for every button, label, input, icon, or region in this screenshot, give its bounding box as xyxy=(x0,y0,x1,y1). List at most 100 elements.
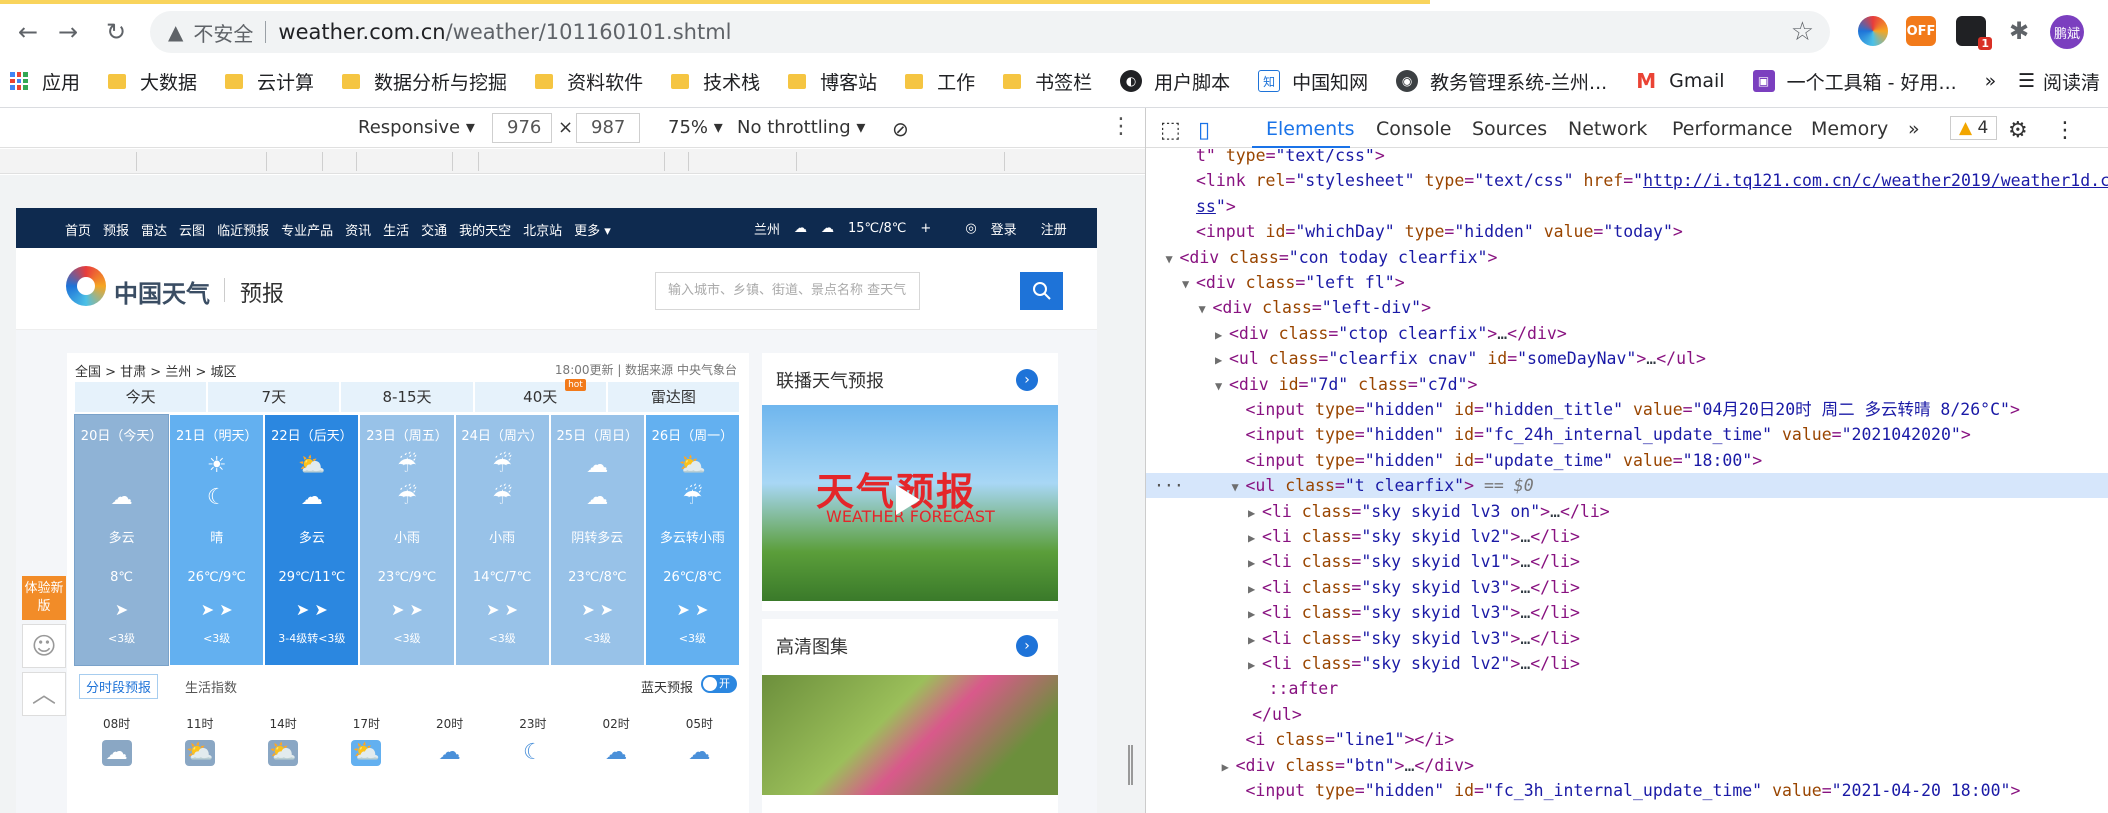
city-search-input[interactable]: 输入城市、乡镇、街道、景点名称 查天气 xyxy=(655,272,920,310)
back-icon[interactable]: ← xyxy=(10,14,46,50)
forecast-day[interactable]: 24日（周六） ☔ ☔ 小雨 14℃/7℃ ➤ ➤ <3级 xyxy=(455,415,549,665)
register-link[interactable]: 注册 xyxy=(1041,219,1067,238)
blue-sky-toggle[interactable]: 开 xyxy=(701,675,737,693)
day-tab[interactable]: 7天 xyxy=(208,382,340,412)
zoom-select[interactable]: 75% ▾ xyxy=(668,117,723,138)
collapse-triangle-icon[interactable]: ▶ xyxy=(1215,348,1229,373)
collapse-triangle-icon[interactable]: ▶ xyxy=(1248,526,1262,551)
site-nav-link[interactable]: 云图 xyxy=(179,220,205,239)
collapse-triangle-icon[interactable]: ▶ xyxy=(1215,323,1229,348)
reload-icon[interactable]: ↻ xyxy=(98,14,134,50)
viewport-resize-handle[interactable] xyxy=(1128,745,1133,785)
day-tab[interactable]: 今天 xyxy=(75,382,207,412)
notes-extension-icon[interactable]: 1 xyxy=(1956,16,1992,50)
forecast-day[interactable]: 25日（周日） ☁ ☁ 阴转多云 23℃/8℃ ➤ ➤ <3级 xyxy=(550,415,644,665)
hourly-item[interactable]: 02时 ☁ xyxy=(575,715,658,785)
login-link[interactable]: 登录 xyxy=(991,219,1017,238)
bookmark-jiaowu[interactable]: ◉ 教务管理系统-兰州... xyxy=(1396,68,1607,95)
search-button[interactable] xyxy=(1020,272,1063,310)
forecast-day[interactable]: 23日（周五） ☔ ☔ 小雨 23℃/9℃ ➤ ➤ <3级 xyxy=(360,415,454,665)
tab-network[interactable]: Network xyxy=(1568,118,1647,140)
hourly-item[interactable]: 08时 ☁ xyxy=(75,715,158,785)
bookmark-folder-cloud[interactable]: 云计算 xyxy=(225,68,314,95)
bookmark-star-icon[interactable]: ☆ xyxy=(1791,17,1814,47)
video-player[interactable]: 天气预报 WEATHER FORECAST xyxy=(762,405,1058,601)
forecast-day[interactable]: 21日（明天） ☀ ☾ 晴 26℃/9℃ ➤ ➤ <3级 xyxy=(170,415,264,665)
expand-triangle-icon[interactable]: ▼ xyxy=(1232,475,1246,500)
logo-icon[interactable] xyxy=(66,266,106,306)
site-nav-link[interactable]: 我的天空 xyxy=(459,220,511,239)
day-tab[interactable]: 8-15天 xyxy=(341,382,473,412)
collapse-triangle-icon[interactable]: ▶ xyxy=(1222,755,1236,780)
expand-triangle-icon[interactable]: ▼ xyxy=(1182,272,1196,297)
collapse-triangle-icon[interactable]: ▶ xyxy=(1248,653,1262,678)
media-query-ruler[interactable] xyxy=(0,149,1145,174)
settings-gear-icon[interactable]: ⚙ xyxy=(2008,118,2028,143)
site-nav-link[interactable]: 雷达 xyxy=(141,220,167,239)
tab-hourly-forecast[interactable]: 分时段预报 xyxy=(79,674,159,699)
forecast-day[interactable]: 22日（后天） ⛅ ☁ 多云 29℃/11℃ ➤ ➤ 3-4级转<3级 xyxy=(265,415,359,665)
expand-triangle-icon[interactable]: ▼ xyxy=(1199,297,1213,322)
reading-list-button[interactable]: ☰ 阅读清 xyxy=(2018,64,2100,98)
bookmark-folder-software[interactable]: 资料软件 xyxy=(535,68,643,95)
tab-memory[interactable]: Memory xyxy=(1811,118,1888,140)
play-icon[interactable] xyxy=(896,485,920,515)
bookmark-folder-blogs[interactable]: 博客站 xyxy=(788,68,877,95)
bookmark-gmail[interactable]: M Gmail xyxy=(1635,69,1725,93)
collapse-triangle-icon[interactable]: ▶ xyxy=(1248,577,1262,602)
gallery-card-title[interactable]: 高清图集 xyxy=(776,633,848,659)
breadcrumb[interactable]: 全国 > 甘肃 > 兰州 > 城区 xyxy=(75,361,236,380)
hourly-item[interactable]: 17时 ⛅ xyxy=(325,715,408,785)
expand-triangle-icon[interactable]: ▼ xyxy=(1166,247,1180,272)
hourly-item[interactable]: 20时 ☁ xyxy=(408,715,491,785)
bookmark-cnki[interactable]: 知中国知网 xyxy=(1258,68,1368,95)
bookmark-folder-datamining[interactable]: 数据分析与挖掘 xyxy=(342,68,507,95)
collapse-triangle-icon[interactable]: ▶ xyxy=(1248,628,1262,653)
day-tab[interactable]: 40天 hot xyxy=(474,379,606,412)
hourly-item[interactable]: 23时 ☾ xyxy=(491,715,574,785)
back-to-top-icon[interactable]: ︿ xyxy=(22,672,66,716)
node-actions-icon[interactable]: ··· xyxy=(1154,473,1184,498)
tab-performance[interactable]: Performance xyxy=(1672,118,1792,140)
forward-icon[interactable]: → xyxy=(50,14,86,50)
tab-console[interactable]: Console xyxy=(1376,118,1451,140)
off-extension-icon[interactable]: OFF xyxy=(1906,16,1936,46)
collapse-triangle-icon[interactable]: ▶ xyxy=(1248,602,1262,627)
throttling-select[interactable]: No throttling ▾ xyxy=(737,117,865,138)
feedback-smiley-icon[interactable]: ☺ xyxy=(22,624,66,668)
more-tabs-icon[interactable]: » xyxy=(1908,118,1920,140)
dom-node-line[interactable]: ··· ▼ <ul class="t clearfix"> == $0 xyxy=(1146,473,2108,500)
site-nav-link[interactable]: 交通 xyxy=(421,220,447,239)
rotate-icon[interactable]: ⊘ xyxy=(892,117,909,141)
tab-life-index[interactable]: 生活指数 xyxy=(185,677,237,696)
bookmark-toolbox[interactable]: ▣ 一个工具箱 - 好用... xyxy=(1752,68,1957,95)
bookmark-folder-techstack[interactable]: 技术栈 xyxy=(671,68,760,95)
bookmarks-overflow[interactable]: » xyxy=(1985,70,1997,92)
try-new-version-button[interactable]: 体验新版 xyxy=(22,576,66,620)
bookmark-folder-bar[interactable]: 书签栏 xyxy=(1003,68,1092,95)
collapse-triangle-icon[interactable]: ▶ xyxy=(1248,551,1262,576)
site-nav-link[interactable]: 资讯 xyxy=(345,220,371,239)
profile-avatar[interactable]: 鹏斌 xyxy=(2050,15,2084,49)
device-mode-select[interactable]: Responsive ▾ xyxy=(358,117,475,138)
viewport-width-input[interactable]: 976 xyxy=(492,113,552,143)
tab-sources[interactable]: Sources xyxy=(1472,118,1547,140)
city-name[interactable]: 兰州 xyxy=(754,219,780,238)
add-city-icon[interactable]: + xyxy=(920,221,931,236)
forecast-day[interactable]: 20日（今天） ☁ 多云 8℃ ➤ <3级 xyxy=(73,414,170,666)
site-nav-link[interactable]: 首页 xyxy=(65,220,91,239)
hourly-item[interactable]: 11时 ⛅ xyxy=(158,715,241,785)
chevron-right-icon[interactable]: › xyxy=(1016,635,1038,657)
expand-triangle-icon[interactable]: ▼ xyxy=(1215,374,1229,399)
viewport-height-input[interactable]: 987 xyxy=(576,113,640,143)
inspect-element-icon[interactable]: ⬚ xyxy=(1160,118,1181,143)
collapse-triangle-icon[interactable]: ▶ xyxy=(1248,501,1262,526)
bookmark-userscripts[interactable]: ◐ 用户脚本 xyxy=(1120,68,1230,95)
bookmark-folder-work[interactable]: 工作 xyxy=(905,68,975,95)
bookmark-folder-bigdata[interactable]: 大数据 xyxy=(108,68,197,95)
forecast-day[interactable]: 26日（周一） ⛅ ☔ 多云转小雨 26℃/8℃ ➤ ➤ <3级 xyxy=(645,415,739,665)
site-nav-link[interactable]: 生活 xyxy=(383,220,409,239)
address-bar[interactable]: ▲ 不安全 weather.com.cn/weather/101160101.s… xyxy=(150,11,1830,53)
day-tab[interactable]: 雷达图 xyxy=(607,382,740,412)
hourly-item[interactable]: 14时 ⛅ xyxy=(242,715,325,785)
